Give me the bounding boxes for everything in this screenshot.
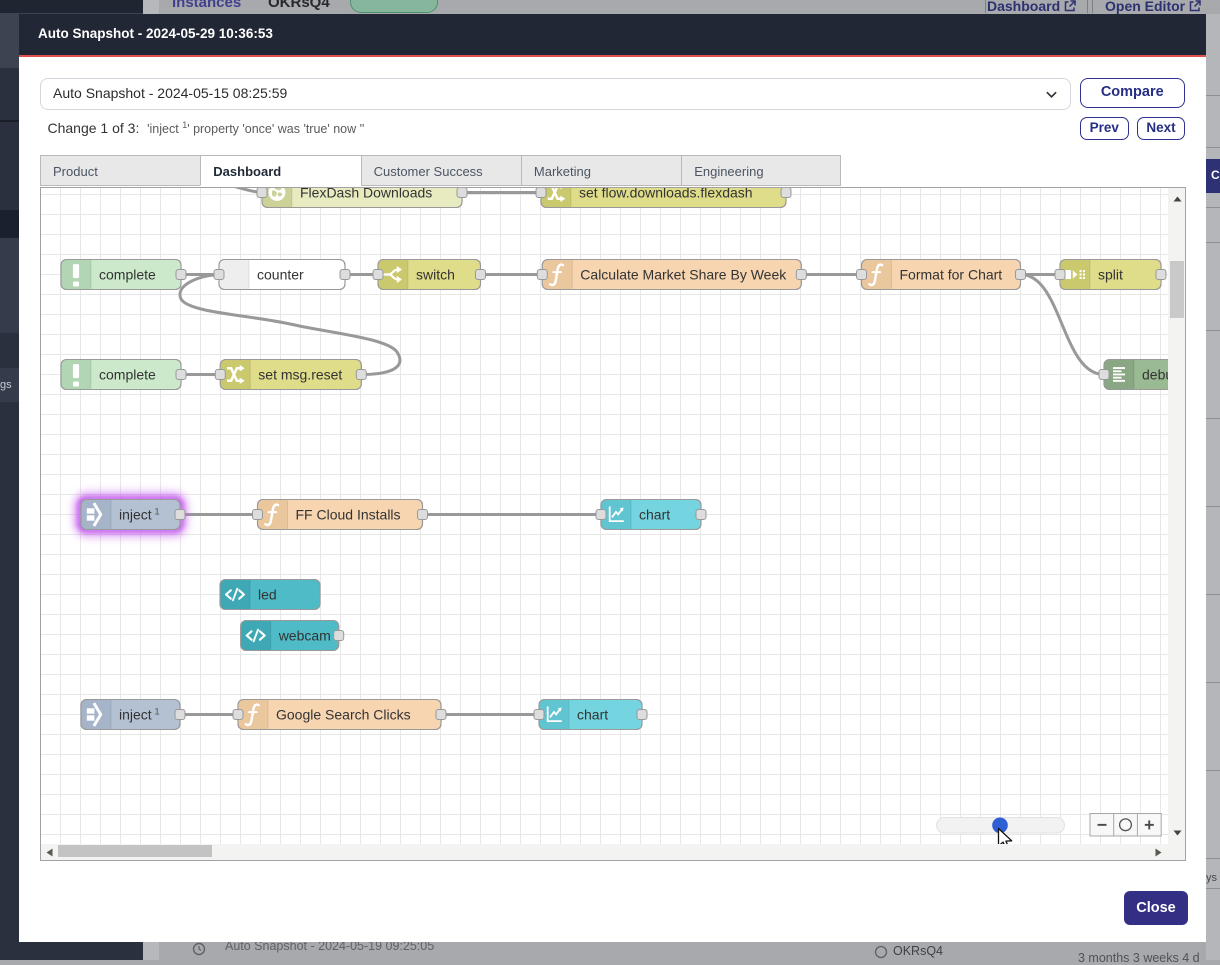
- svg-text:counter: counter: [257, 266, 304, 282]
- svg-text:Calculate Market Share By Week: Calculate Market Share By Week: [580, 266, 787, 282]
- svg-text:Google Search Clicks: Google Search Clicks: [276, 706, 411, 722]
- svg-text:chart: chart: [639, 506, 670, 522]
- svg-text:FF Cloud Installs: FF Cloud Installs: [296, 506, 401, 522]
- svg-text:chart: chart: [577, 706, 608, 722]
- svg-text:split: split: [1098, 266, 1123, 282]
- svg-text:complete: complete: [99, 266, 156, 282]
- svg-text:set msg.reset: set msg.reset: [258, 366, 342, 382]
- svg-text:set flow.downloads.flexdash: set flow.downloads.flexdash: [579, 188, 753, 201]
- svg-text:complete: complete: [99, 366, 156, 382]
- svg-text:debug: debug: [1142, 366, 1168, 382]
- svg-text:Format for Chart: Format for Chart: [900, 266, 1003, 282]
- svg-text:switch: switch: [416, 266, 455, 282]
- svg-text:FlexDash Downloads: FlexDash Downloads: [300, 188, 432, 201]
- svg-text:led: led: [258, 586, 277, 602]
- svg-text:webcam: webcam: [278, 627, 331, 643]
